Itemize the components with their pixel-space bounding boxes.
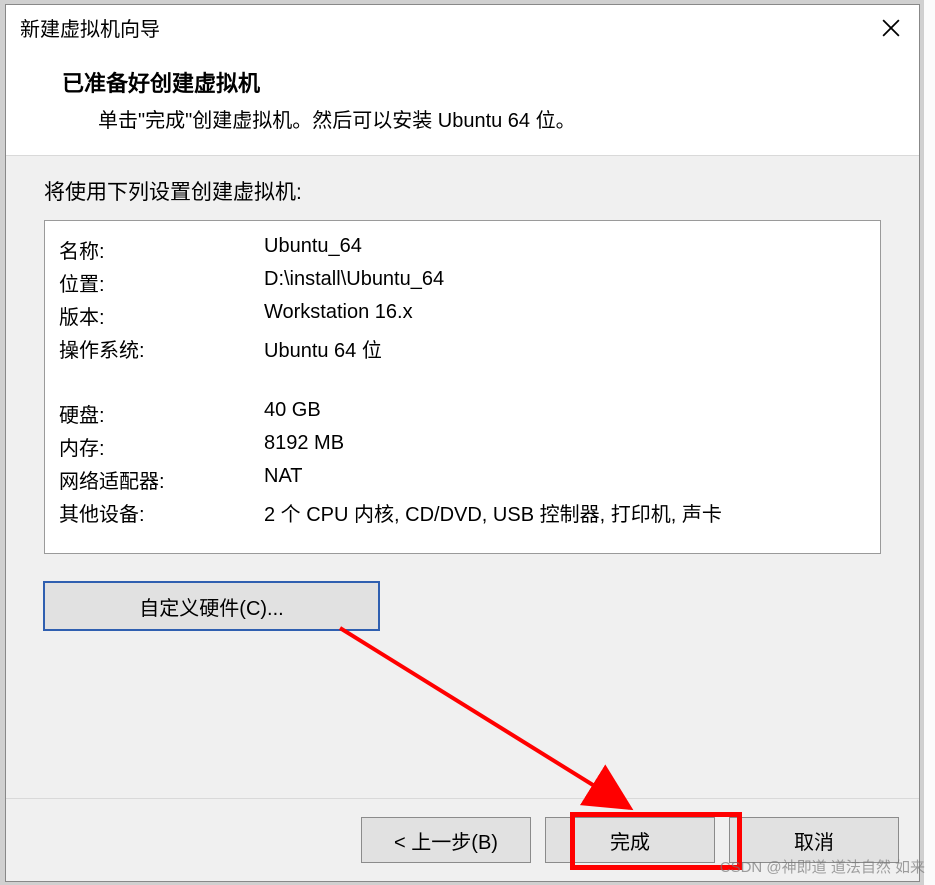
summary-row: 版本:Workstation 16.x xyxy=(59,301,866,330)
summary-row: 名称:Ubuntu_64 xyxy=(59,235,866,264)
titlebar: 新建虚拟机向导 xyxy=(6,5,919,48)
summary-value: D:\install\Ubuntu_64 xyxy=(264,268,866,297)
summary-row: 内存:8192 MB xyxy=(59,432,866,461)
wizard-footer: < 上一步(B) 完成 取消 xyxy=(6,798,919,881)
cancel-button[interactable]: 取消 xyxy=(729,817,899,863)
settings-intro: 将使用下列设置创建虚拟机: xyxy=(44,176,881,206)
summary-key: 其他设备: xyxy=(59,498,264,527)
summary-row: 其他设备:2 个 CPU 内核, CD/DVD, USB 控制器, 打印机, 声… xyxy=(59,498,866,527)
customize-hardware-button[interactable]: 自定义硬件(C)... xyxy=(44,582,379,630)
summary-value: 40 GB xyxy=(264,399,866,428)
new-vm-wizard-dialog: 新建虚拟机向导 已准备好创建虚拟机 单击"完成"创建虚拟机。然后可以安装 Ubu… xyxy=(5,4,920,882)
summary-key: 网络适配器: xyxy=(59,465,264,494)
wizard-header-subtitle: 单击"完成"创建虚拟机。然后可以安装 Ubuntu 64 位。 xyxy=(62,104,879,133)
summary-row: 位置:D:\install\Ubuntu_64 xyxy=(59,268,866,297)
back-button[interactable]: < 上一步(B) xyxy=(361,817,531,863)
summary-value: NAT xyxy=(264,465,866,494)
finish-button[interactable]: 完成 xyxy=(545,817,715,863)
settings-summary-box: 名称:Ubuntu_64 位置:D:\install\Ubuntu_64 版本:… xyxy=(44,220,881,554)
summary-row: 网络适配器:NAT xyxy=(59,465,866,494)
summary-value: 2 个 CPU 内核, CD/DVD, USB 控制器, 打印机, 声卡 xyxy=(264,498,866,527)
background-edge xyxy=(923,0,935,885)
summary-key: 内存: xyxy=(59,432,264,461)
summary-value: Workstation 16.x xyxy=(264,301,866,330)
dialog-title: 新建虚拟机向导 xyxy=(20,13,160,42)
wizard-body: 将使用下列设置创建虚拟机: 名称:Ubuntu_64 位置:D:\install… xyxy=(6,156,919,798)
summary-value: 8192 MB xyxy=(264,432,866,461)
summary-value: Ubuntu_64 xyxy=(264,235,866,264)
summary-key: 版本: xyxy=(59,301,264,330)
summary-value: Ubuntu 64 位 xyxy=(264,334,866,363)
wizard-header: 已准备好创建虚拟机 单击"完成"创建虚拟机。然后可以安装 Ubuntu 64 位… xyxy=(6,48,919,156)
close-icon xyxy=(882,19,900,37)
summary-key: 位置: xyxy=(59,268,264,297)
close-button[interactable] xyxy=(877,14,905,42)
summary-key: 硬盘: xyxy=(59,399,264,428)
summary-row: 操作系统:Ubuntu 64 位 xyxy=(59,334,866,363)
summary-key: 名称: xyxy=(59,235,264,264)
summary-key: 操作系统: xyxy=(59,334,264,363)
summary-row: 硬盘:40 GB xyxy=(59,399,866,428)
wizard-header-title: 已准备好创建虚拟机 xyxy=(62,66,879,98)
